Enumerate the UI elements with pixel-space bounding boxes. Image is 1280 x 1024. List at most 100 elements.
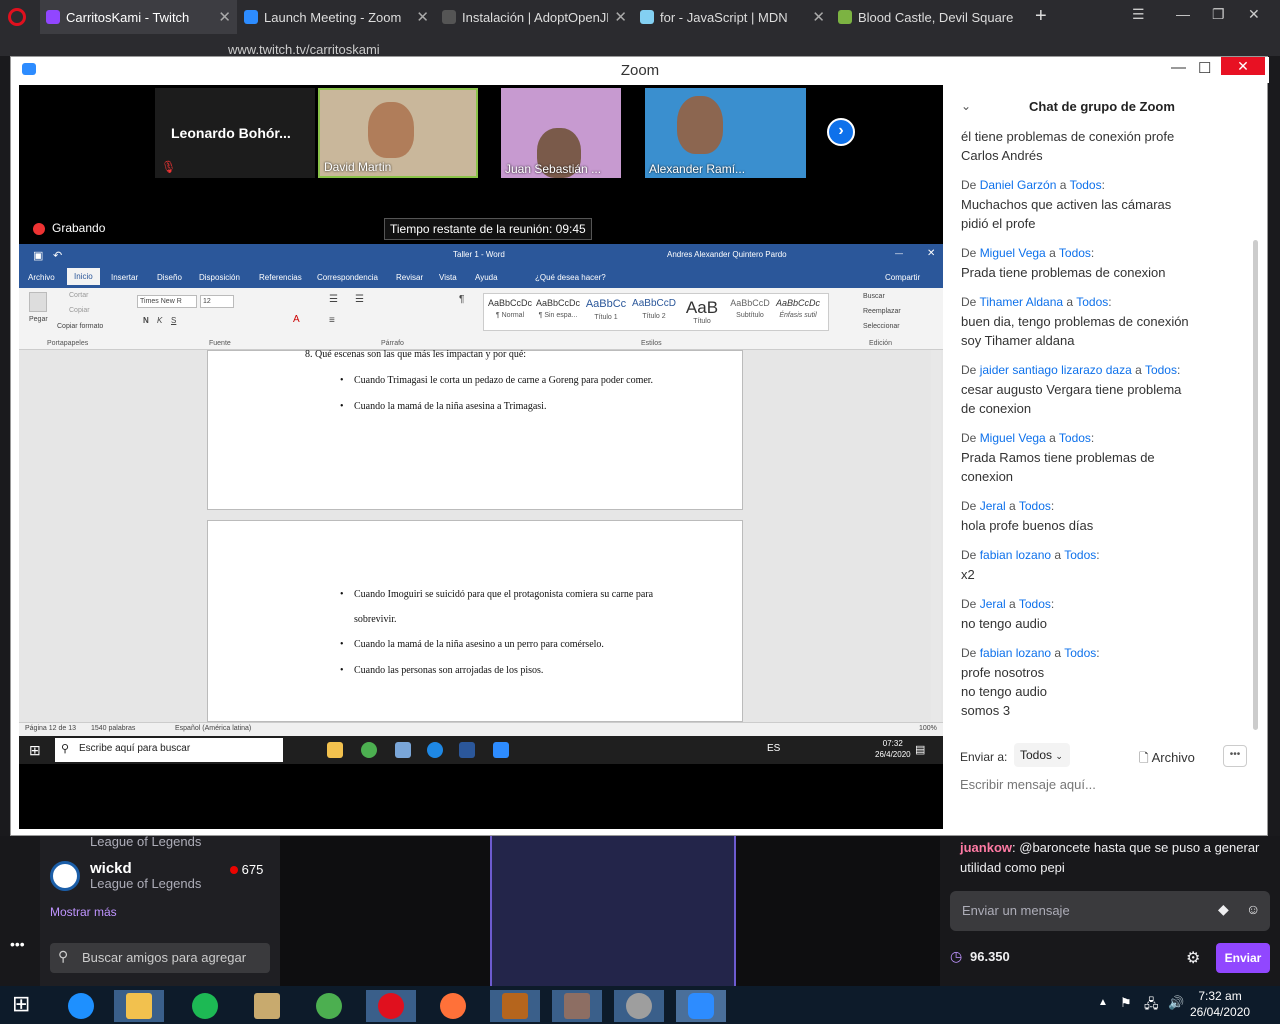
participant-tile[interactable]: Leonardo Bohór... 🎙 [155,88,315,178]
select-button[interactable]: Seleccionar [863,323,900,330]
zoom-level[interactable]: 100% [919,725,937,732]
font-name-select[interactable]: Times New R [137,295,197,308]
replace-button[interactable]: Reemplazar [863,308,901,315]
style-normal[interactable]: AaBbCcDc ¶ Normal [486,298,534,319]
internet-explorer-icon[interactable] [56,990,106,1022]
game-icon[interactable] [490,990,540,1022]
minimize-icon[interactable]: — [895,249,903,258]
find-button[interactable]: Buscar [863,293,885,300]
undo-icon[interactable]: ↶ [53,249,62,262]
menu-ayuda[interactable]: Ayuda [475,273,498,282]
style-heading1[interactable]: AaBbCc Título 1 [582,298,630,321]
menu-archivo[interactable]: Archivo [28,273,55,282]
close-icon[interactable]: ✕ [1221,57,1265,75]
address-bar[interactable] [0,34,1280,56]
participant-tile[interactable]: David Martin [318,88,478,178]
more-icon[interactable]: ••• [1223,745,1247,767]
send-button[interactable]: Enviar [1216,943,1270,973]
menu-referencias[interactable]: Referencias [259,273,302,282]
chat-message-input[interactable]: Escribir mensaje aquí... [960,777,1096,792]
league-of-legends-icon[interactable] [242,990,292,1022]
avatar[interactable] [50,861,80,891]
participant-tile[interactable]: Juan Sebastián ... [501,88,621,178]
format-painter-button[interactable]: Copiar formato [57,323,103,330]
zoom-icon[interactable] [676,990,726,1022]
chrome-icon[interactable] [304,990,354,1022]
bullets-button[interactable]: ☰ [329,294,338,305]
menu-insertar[interactable]: Insertar [111,273,138,282]
minimize-icon[interactable]: — [1176,6,1190,22]
zoom-icon[interactable] [493,742,509,758]
bold-button[interactable]: N [143,316,149,325]
close-tab-icon[interactable]: ✕ [614,8,627,26]
style-subtitle[interactable]: AaBbCcD Subtítulo [726,298,774,319]
italic-button[interactable]: K [157,316,162,325]
app-icon[interactable] [395,742,411,758]
font-color-button[interactable]: A [293,314,300,325]
close-tab-icon[interactable]: ✕ [812,8,825,26]
style-heading2[interactable]: AaBbCcD Título 2 [630,298,678,320]
chevron-up-icon[interactable]: ▲ [1098,997,1108,1008]
font-size-select[interactable]: 12 [200,295,234,308]
firefox-icon[interactable] [428,990,478,1022]
menu-correspondencia[interactable]: Correspondencia [317,273,378,282]
tab-adoptopenjdk[interactable]: Instalación | AdoptOpenJDK ✕ [436,0,633,34]
save-icon[interactable]: ▣ [33,249,43,262]
close-window-icon[interactable]: ✕ [1248,6,1260,23]
style-no-spacing[interactable]: AaBbCcDc ¶ Sin espa... [534,298,582,319]
word-icon[interactable] [459,742,475,758]
menu-disposicion[interactable]: Disposición [199,273,240,282]
tab-menu-icon[interactable]: ☰ [1132,6,1145,23]
chrome-icon[interactable] [361,742,377,758]
windows-start-icon[interactable]: ⊞ [29,742,41,759]
emote-icon[interactable]: ☺ [1246,901,1260,917]
menu-revisar[interactable]: Revisar [396,273,423,282]
url-text[interactable]: www.twitch.tv/carritoskami [228,42,380,57]
tab-twitch[interactable]: CarritosKami - Twitch ✕ [40,0,237,34]
taskbar-clock[interactable]: 7:32 am 26/04/2020 [1190,988,1250,1020]
document-page[interactable]: Cuando Imoguiri se suicidó para que el p… [207,520,743,722]
friend-search-input[interactable]: ⚲ Buscar amigos para agregar [50,943,270,973]
tab-mdn[interactable]: for - JavaScript | MDN ✕ [634,0,831,34]
app-icon[interactable] [552,990,602,1022]
minimize-icon[interactable]: — [1171,59,1186,76]
opera-icon[interactable] [366,990,416,1022]
chat-send-input[interactable]: Enviar un mensaje ◆ ☺ [950,891,1270,931]
send-to-select[interactable]: Todos ⌄ [1014,743,1070,767]
tab-blood-castle[interactable]: Blood Castle, Devil Square [832,0,1028,34]
network-icon[interactable]: 🖧 [1144,995,1159,1017]
volume-icon[interactable]: 🔊 [1168,995,1184,1011]
file-explorer-icon[interactable] [327,742,343,758]
show-more-link[interactable]: Mostrar más [50,905,117,919]
windows-search-box[interactable]: ⚲ Escribe aquí para buscar [55,738,283,762]
tab-zoom[interactable]: Launch Meeting - Zoom ✕ [238,0,435,34]
channel-points-icon[interactable]: ◷ [950,948,962,965]
maximize-icon[interactable]: ☐ [1198,59,1211,77]
page-count[interactable]: Página 12 de 13 [25,725,76,732]
paste-button[interactable]: Pegar [29,316,48,323]
speaker-app-icon[interactable] [614,990,664,1022]
bits-icon[interactable]: ◆ [1218,901,1229,918]
chat-scrollbar[interactable] [1253,240,1258,730]
next-page-button[interactable]: › [827,118,855,146]
more-icon[interactable]: ••• [10,936,25,952]
close-icon[interactable]: ✕ [927,248,935,259]
share-button[interactable]: Compartir [885,273,920,282]
notifications-icon[interactable]: ▤ [915,743,925,756]
menu-inicio[interactable]: Inicio [67,268,100,285]
close-tab-icon[interactable]: ✕ [218,8,231,26]
style-title[interactable]: AaB Título [678,298,726,325]
show-marks-button[interactable]: ¶ [459,294,464,305]
numbering-button[interactable]: ☰ [355,294,364,305]
participant-tile[interactable]: Alexander Ramí... [645,88,806,178]
channel-points[interactable]: 96.350 [970,949,1010,964]
windows-start-icon[interactable]: ⊞ [12,991,30,1017]
underline-button[interactable]: S [171,316,176,325]
language-status[interactable]: Español (América latina) [175,725,251,732]
restore-icon[interactable]: ❐ [1212,6,1225,23]
close-tab-icon[interactable]: ✕ [416,8,429,26]
spotify-icon[interactable] [180,990,230,1022]
file-button[interactable]: 🗋 Archivo [1139,749,1195,770]
document-scrollbar[interactable] [931,350,941,722]
align-left-button[interactable]: ≡ [329,315,335,326]
